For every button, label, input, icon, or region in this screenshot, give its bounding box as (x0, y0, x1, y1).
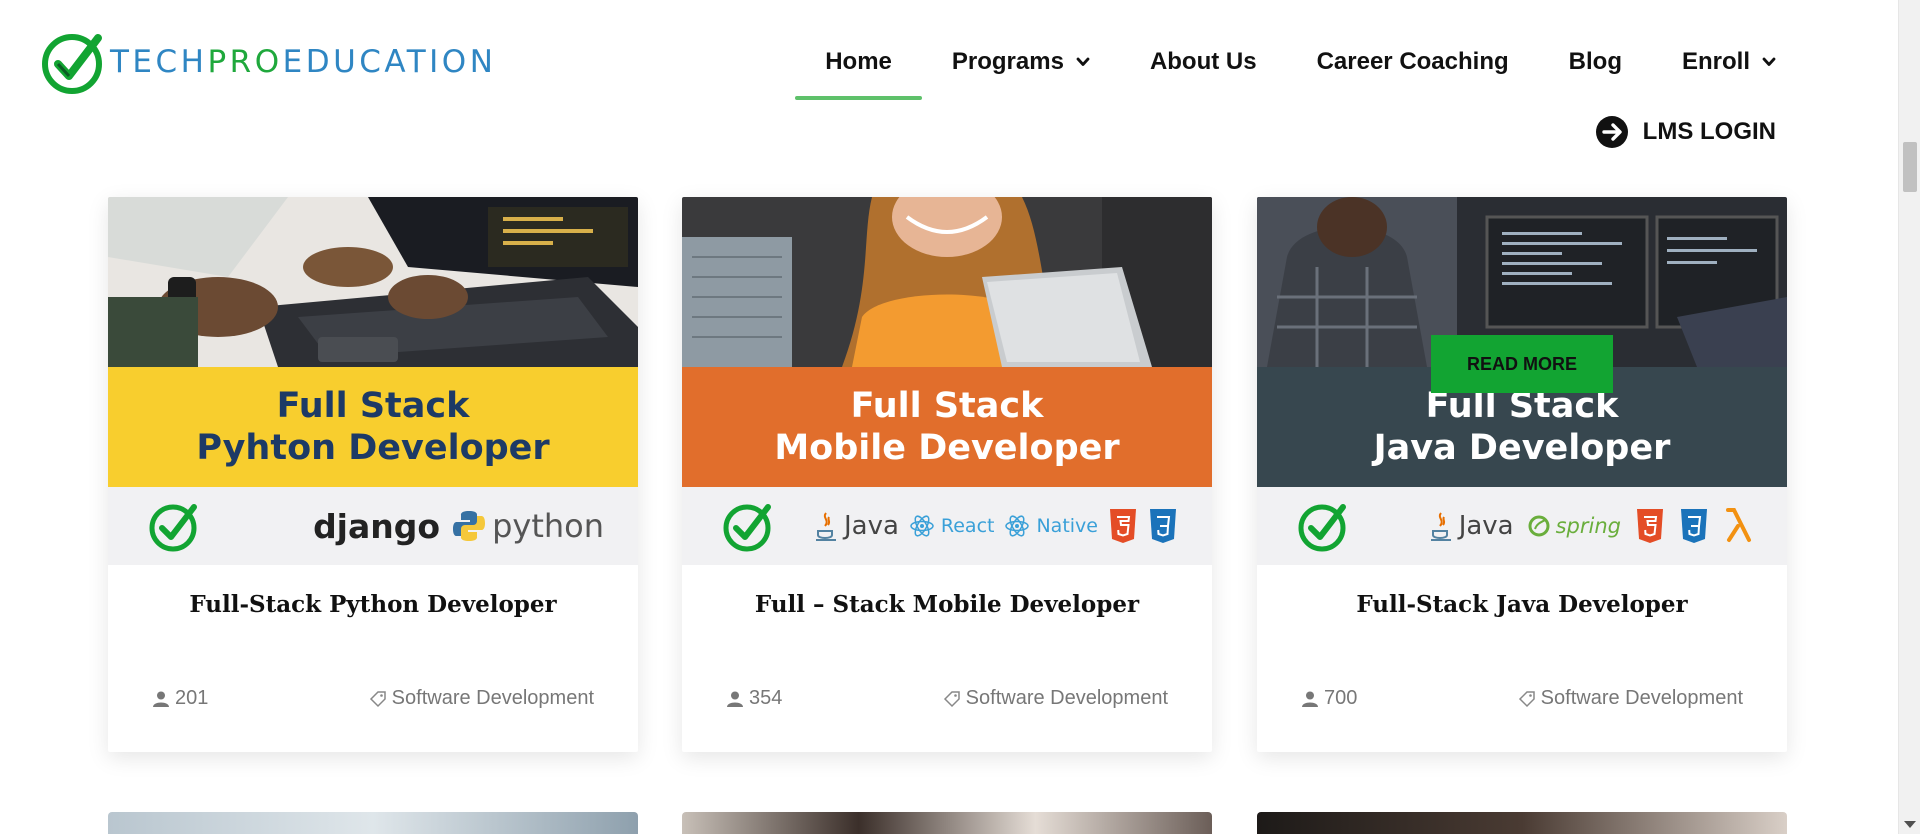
main-nav: Home Programs About Us Career Coaching B… (795, 40, 1776, 100)
scroll-down-arrow-icon[interactable] (1904, 821, 1916, 828)
java-cup-icon (815, 512, 836, 541)
course-title[interactable]: Full-Stack Java Developer (1257, 591, 1787, 618)
tech-stack-bar: Java React Native (682, 487, 1212, 565)
spring-logo: spring (1528, 514, 1621, 538)
checkmark-logo-icon (42, 34, 102, 94)
logo-wordmark: TECHPROEDUCATION (110, 44, 497, 80)
students-count: 201 (152, 687, 208, 710)
nav-home[interactable]: Home (795, 40, 922, 100)
laptop-typing-photo (108, 197, 638, 367)
read-more-button[interactable]: READ MORE (1431, 335, 1613, 393)
scrollbar-thumb[interactable] (1903, 142, 1917, 192)
react-atom-icon (1005, 515, 1030, 537)
course-card-partial[interactable] (682, 812, 1212, 834)
course-card-partial[interactable] (108, 812, 638, 834)
nav-career-coaching[interactable]: Career Coaching (1287, 40, 1539, 84)
course-card-mobile[interactable]: Full Stack Mobile Developer Java React N… (682, 197, 1212, 752)
course-meta: 700 Software Development (1257, 687, 1787, 710)
students-count: 354 (726, 687, 782, 710)
students-count: 700 (1301, 687, 1357, 710)
django-logo: django (313, 506, 441, 546)
course-category[interactable]: Software Development (943, 687, 1168, 710)
course-card-partial[interactable] (1257, 812, 1787, 834)
react-logo: React (909, 513, 994, 539)
java-logo: Java (1429, 509, 1514, 543)
chevron-down-icon (1762, 57, 1776, 66)
python-logo: python (452, 507, 604, 545)
lms-login-label: LMS LOGIN (1642, 118, 1776, 145)
user-icon (1302, 691, 1318, 707)
course-title[interactable]: Full-Stack Python Developer (108, 591, 638, 618)
user-icon (727, 691, 743, 707)
java-cup-icon (1430, 512, 1451, 541)
css3-icon (1681, 509, 1707, 543)
course-card-python[interactable]: Full Stack Pyhton Developer django pytho… (108, 197, 638, 752)
course-card-java[interactable]: Full Stack Java Developer Java spring RE… (1257, 197, 1787, 752)
user-icon (153, 691, 169, 707)
checkmark-logo-icon (723, 504, 771, 552)
nav-enroll[interactable]: Enroll (1652, 40, 1776, 84)
lms-login-link[interactable]: LMS LOGIN (1595, 115, 1776, 149)
woman-laptop-photo (682, 197, 1212, 367)
course-category[interactable]: Software Development (369, 687, 594, 710)
lambda-icon (1726, 508, 1751, 542)
course-meta: 201 Software Development (108, 687, 638, 710)
tag-icon (1518, 690, 1535, 707)
course-title[interactable]: Full – Stack Mobile Developer (682, 591, 1212, 618)
site-header: TECHPROEDUCATION Home Programs About Us … (0, 0, 1898, 175)
page-scrollbar[interactable] (1898, 0, 1920, 834)
react-native-logo: Native (1004, 513, 1098, 539)
course-meta: 354 Software Development (682, 687, 1212, 710)
java-logo: Java (814, 509, 899, 543)
html5-icon (1110, 509, 1136, 543)
course-thumbnail[interactable]: Full Stack Java Developer Java spring RE… (1257, 197, 1787, 565)
nav-blog[interactable]: Blog (1539, 40, 1652, 84)
checkmark-logo-icon (149, 504, 197, 552)
course-banner: Full Stack Mobile Developer (682, 367, 1212, 487)
css3-icon (1150, 509, 1176, 543)
nav-programs[interactable]: Programs (922, 40, 1120, 84)
tag-icon (369, 690, 386, 707)
chevron-down-icon (1076, 57, 1090, 66)
react-atom-icon (910, 515, 934, 537)
course-banner: Full Stack Pyhton Developer (108, 367, 638, 487)
site-logo[interactable]: TECHPROEDUCATION (40, 28, 496, 96)
arrow-circle-right-icon (1595, 116, 1628, 148)
html5-icon (1637, 509, 1663, 543)
nav-about-us[interactable]: About Us (1120, 40, 1287, 84)
tech-stack-bar: django python (108, 487, 638, 565)
python-icon (453, 511, 486, 541)
course-thumbnail[interactable]: Full Stack Mobile Developer Java React N… (682, 197, 1212, 565)
spring-leaf-icon (1528, 515, 1550, 537)
course-category[interactable]: Software Development (1518, 687, 1743, 710)
tech-stack-bar: Java spring (1257, 487, 1787, 565)
checkmark-logo-icon (1298, 504, 1346, 552)
tag-icon (943, 690, 960, 707)
course-thumbnail[interactable]: Full Stack Pyhton Developer django pytho… (108, 197, 638, 565)
